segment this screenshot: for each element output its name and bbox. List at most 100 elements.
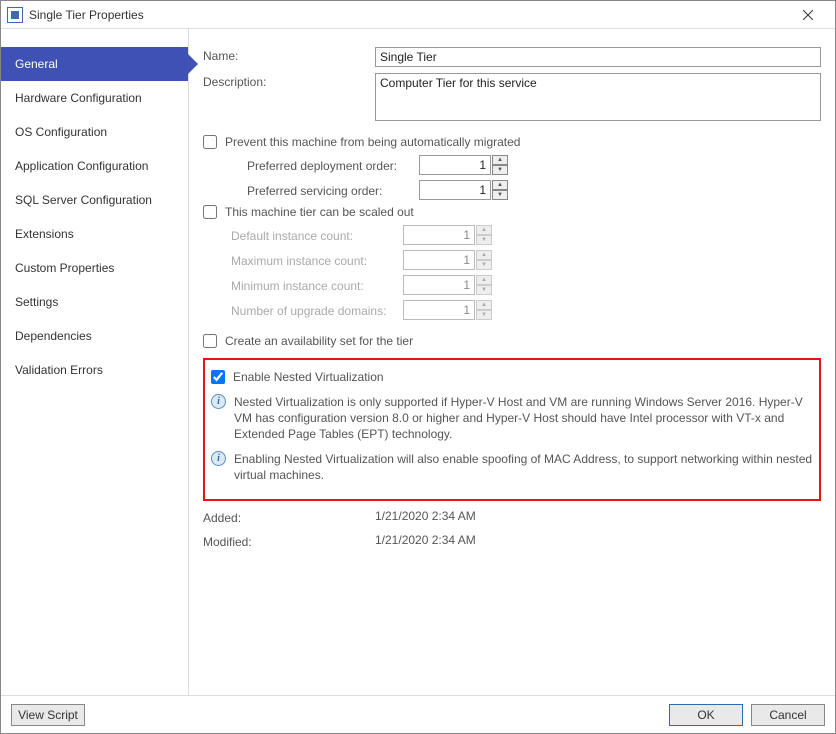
dialog-footer: View Script OK Cancel <box>1 695 835 733</box>
spinner-down-icon: ▼ <box>476 260 492 270</box>
spinner-buttons: ▲ ▼ <box>492 180 508 200</box>
sidebar-item-label: General <box>15 57 58 71</box>
service-order-label: Preferred servicing order: <box>203 182 419 198</box>
close-button[interactable] <box>787 2 829 28</box>
scale-out-checkbox[interactable] <box>203 205 217 219</box>
deploy-order-input[interactable] <box>419 155 491 175</box>
availability-set-checkbox[interactable] <box>203 334 217 348</box>
upgrade-domains-row: Number of upgrade domains: ▲ ▼ <box>203 300 821 320</box>
view-script-button[interactable]: View Script <box>11 704 85 726</box>
modified-label: Modified: <box>203 533 375 549</box>
min-instances-spinner: ▲ ▼ <box>403 275 492 295</box>
sidebar-item-label: Dependencies <box>15 329 92 343</box>
sidebar-item-settings[interactable]: Settings <box>1 285 188 319</box>
spinner-down-icon: ▼ <box>476 310 492 320</box>
name-row: Name: <box>203 47 821 67</box>
sidebar-item-extensions[interactable]: Extensions <box>1 217 188 251</box>
spinner-down-icon[interactable]: ▼ <box>492 165 508 175</box>
spinner-down-icon: ▼ <box>476 235 492 245</box>
sidebar-item-application[interactable]: Application Configuration <box>1 149 188 183</box>
nested-virt-highlight: Enable Nested Virtualization i Nested Vi… <box>203 358 821 501</box>
service-order-input[interactable] <box>419 180 491 200</box>
prevent-migration-checkbox[interactable] <box>203 135 217 149</box>
modified-row: Modified: 1/21/2020 2:34 AM <box>203 533 821 549</box>
scale-out-row: This machine tier can be scaled out <box>203 205 821 219</box>
sidebar-item-validation[interactable]: Validation Errors <box>1 353 188 387</box>
window-title: Single Tier Properties <box>29 8 144 22</box>
added-label: Added: <box>203 509 375 525</box>
added-row: Added: 1/21/2020 2:34 AM <box>203 509 821 525</box>
spinner-buttons: ▲ ▼ <box>476 225 492 245</box>
name-label: Name: <box>203 47 375 63</box>
spinner-up-icon: ▲ <box>476 250 492 260</box>
info-row-1: i Nested Virtualization is only supporte… <box>211 394 813 443</box>
spinner-up-icon: ▲ <box>476 225 492 235</box>
max-instances-spinner: ▲ ▼ <box>403 250 492 270</box>
ok-button[interactable]: OK <box>669 704 743 726</box>
default-instances-label: Default instance count: <box>203 227 403 243</box>
spinner-up-icon[interactable]: ▲ <box>492 180 508 190</box>
availability-set-row: Create an availability set for the tier <box>203 334 821 348</box>
deploy-order-row: Preferred deployment order: ▲ ▼ <box>203 155 821 175</box>
sidebar-item-sql[interactable]: SQL Server Configuration <box>1 183 188 217</box>
cancel-button[interactable]: Cancel <box>751 704 825 726</box>
availability-set-label: Create an availability set for the tier <box>225 334 413 348</box>
info-icon: i <box>211 451 226 466</box>
spinner-down-icon[interactable]: ▼ <box>492 190 508 200</box>
sidebar-item-general[interactable]: General <box>1 47 188 81</box>
max-instances-label: Maximum instance count: <box>203 252 403 268</box>
sidebar-item-label: OS Configuration <box>15 125 107 139</box>
nested-virt-label: Enable Nested Virtualization <box>233 370 384 384</box>
service-order-row: Preferred servicing order: ▲ ▼ <box>203 180 821 200</box>
spinner-up-icon: ▲ <box>476 300 492 310</box>
body-area: General Hardware Configuration OS Config… <box>1 29 835 695</box>
min-instances-input <box>403 275 475 295</box>
default-instances-input <box>403 225 475 245</box>
sidebar-item-label: Extensions <box>15 227 74 241</box>
max-instances-row: Maximum instance count: ▲ ▼ <box>203 250 821 270</box>
name-input[interactable] <box>375 47 821 67</box>
info-row-2: i Enabling Nested Virtualization will al… <box>211 451 813 483</box>
info-text-2: Enabling Nested Virtualization will also… <box>234 451 813 483</box>
sidebar-item-label: Hardware Configuration <box>15 91 142 105</box>
spinner-buttons: ▲ ▼ <box>476 250 492 270</box>
sidebar-item-dependencies[interactable]: Dependencies <box>1 319 188 353</box>
deploy-order-spinner: ▲ ▼ <box>419 155 508 175</box>
app-icon <box>7 7 23 23</box>
max-instances-input <box>403 250 475 270</box>
added-value: 1/21/2020 2:34 AM <box>375 509 476 525</box>
sidebar-item-label: Custom Properties <box>15 261 114 275</box>
info-icon: i <box>211 394 226 409</box>
spinner-buttons: ▲ ▼ <box>492 155 508 175</box>
content-panel: Name: Description: Computer Tier for thi… <box>189 29 835 695</box>
modified-value: 1/21/2020 2:34 AM <box>375 533 476 549</box>
description-label: Description: <box>203 73 375 89</box>
sidebar-item-hardware[interactable]: Hardware Configuration <box>1 81 188 115</box>
min-instances-label: Minimum instance count: <box>203 277 403 293</box>
sidebar-item-label: Validation Errors <box>15 363 103 377</box>
default-instances-row: Default instance count: ▲ ▼ <box>203 225 821 245</box>
spinner-buttons: ▲ ▼ <box>476 300 492 320</box>
spinner-up-icon: ▲ <box>476 275 492 285</box>
sidebar-item-custom[interactable]: Custom Properties <box>1 251 188 285</box>
spinner-down-icon: ▼ <box>476 285 492 295</box>
close-icon <box>803 10 813 20</box>
sidebar-item-label: Settings <box>15 295 58 309</box>
titlebar: Single Tier Properties <box>1 1 835 29</box>
spinner-buttons: ▲ ▼ <box>476 275 492 295</box>
prevent-migration-label: Prevent this machine from being automati… <box>225 135 520 149</box>
app-icon-inner <box>11 11 19 19</box>
description-row: Description: Computer Tier for this serv… <box>203 73 821 121</box>
sidebar: General Hardware Configuration OS Config… <box>1 29 189 695</box>
min-instances-row: Minimum instance count: ▲ ▼ <box>203 275 821 295</box>
sidebar-item-label: SQL Server Configuration <box>15 193 152 207</box>
nested-virt-checkbox[interactable] <box>211 370 225 384</box>
sidebar-item-os[interactable]: OS Configuration <box>1 115 188 149</box>
info-text-1: Nested Virtualization is only supported … <box>234 394 813 443</box>
dialog-window: Single Tier Properties General Hardware … <box>0 0 836 734</box>
deploy-order-label: Preferred deployment order: <box>203 157 419 173</box>
spinner-up-icon[interactable]: ▲ <box>492 155 508 165</box>
sidebar-item-label: Application Configuration <box>15 159 148 173</box>
nested-virt-row: Enable Nested Virtualization <box>211 370 813 384</box>
description-input[interactable]: Computer Tier for this service <box>375 73 821 121</box>
